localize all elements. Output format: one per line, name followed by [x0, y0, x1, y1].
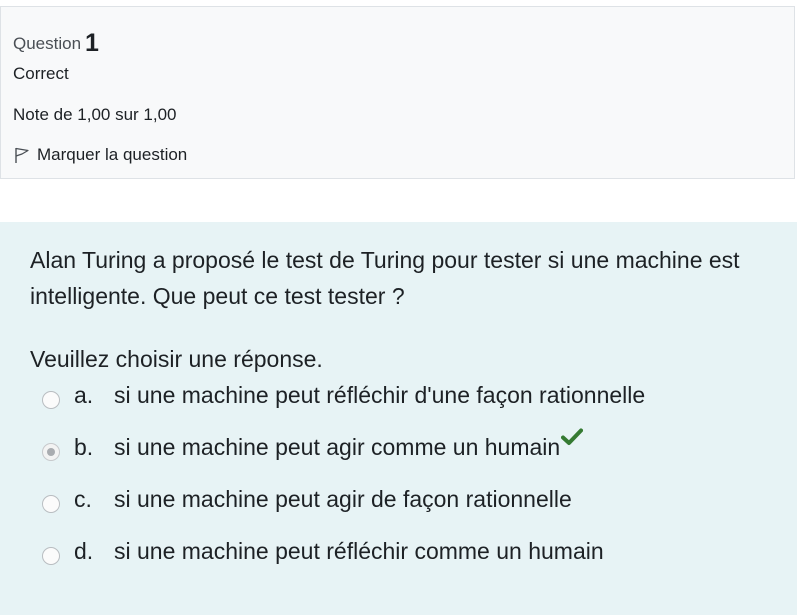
option-text: si une machine peut agir de façon ration…	[114, 486, 572, 512]
question-number: Question 1	[13, 27, 99, 57]
question-label: Question	[13, 34, 82, 53]
answer-prompt: Veuillez choisir une réponse.	[30, 346, 323, 372]
answer-option-a[interactable]: a. si une machine peut réfléchir d'une f…	[42, 382, 645, 434]
question-text: Alan Turing a proposé le test de Turing …	[30, 247, 740, 309]
question-state: Correct	[13, 64, 69, 83]
option-text: si une machine peut réfléchir d'une faço…	[114, 382, 646, 408]
answer-option-d[interactable]: d. si une machine peut réfléchir comme u…	[42, 538, 645, 590]
option-letter: d.	[74, 538, 94, 564]
flag-question-label: Marquer la question	[37, 145, 188, 164]
check-icon	[561, 428, 584, 445]
question-number-value: 1	[85, 29, 99, 57]
radio-option-b[interactable]	[42, 443, 60, 461]
option-text: si une machine peut réfléchir comme un h…	[114, 538, 604, 564]
radio-option-a[interactable]	[42, 391, 60, 409]
question-info-panel: Question 1 Correct Note de 1,00 sur 1,00 …	[0, 6, 795, 179]
option-letter: c.	[74, 486, 92, 512]
question-grade: Note de 1,00 sur 1,00	[13, 105, 177, 124]
answer-options: a. si une machine peut réfléchir d'une f…	[42, 382, 645, 590]
radio-option-c[interactable]	[42, 495, 60, 513]
answer-option-c[interactable]: c. si une machine peut agir de façon rat…	[42, 486, 645, 538]
option-letter: a.	[74, 382, 94, 408]
answer-option-b[interactable]: b. si une machine peut agir comme un hum…	[42, 428, 645, 486]
flag-icon	[15, 147, 29, 163]
flag-question-link[interactable]: Marquer la question	[13, 145, 187, 165]
option-text: si une machine peut agir comme un humain	[114, 434, 561, 460]
radio-option-d[interactable]	[42, 547, 60, 565]
option-letter: b.	[74, 434, 94, 460]
question-formulation: Alan Turing a proposé le test de Turing …	[0, 222, 797, 615]
